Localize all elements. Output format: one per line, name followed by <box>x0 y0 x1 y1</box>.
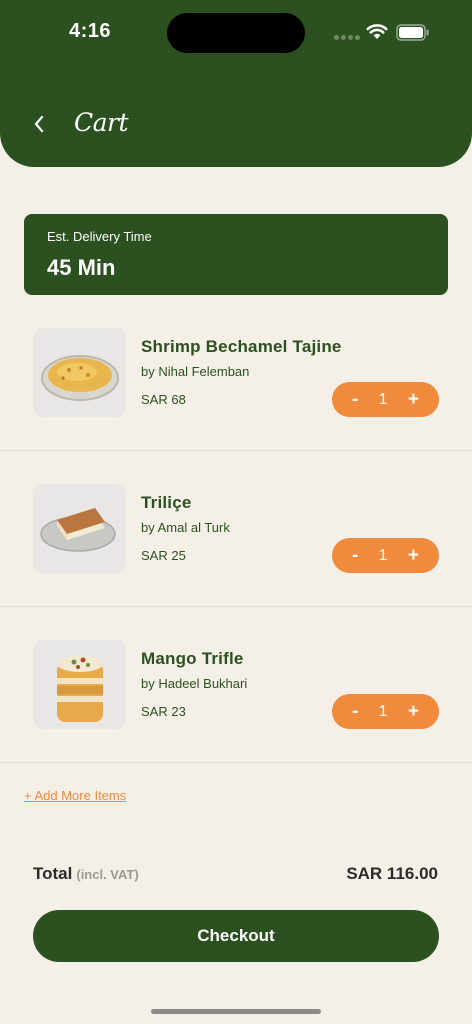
checkout-button[interactable]: Checkout <box>33 910 439 962</box>
item-price: SAR 23 <box>141 704 186 719</box>
cart-item: Mango Trifle by Hadeel Bukhari SAR 23 - … <box>0 607 472 763</box>
quantity-stepper: - 1 + <box>332 382 439 417</box>
delivery-time-value: 45 Min <box>47 255 116 280</box>
chevron-left-icon <box>34 115 44 133</box>
total-amount: SAR 116.00 <box>346 864 438 883</box>
decrease-quantity-button[interactable]: - <box>352 389 358 411</box>
quantity-value: 1 <box>378 546 388 564</box>
decrease-quantity-button[interactable]: - <box>352 701 358 723</box>
item-image <box>33 640 126 729</box>
quantity-value: 1 <box>378 702 388 720</box>
dynamic-island <box>167 13 305 53</box>
battery-icon <box>396 24 429 41</box>
cart-item: Shrimp Bechamel Tajine by Nihal Felemban… <box>0 295 472 451</box>
quantity-stepper: - 1 + <box>332 694 439 729</box>
item-name: Triliçe <box>141 493 192 512</box>
cellular-signal-icon <box>334 35 360 41</box>
cart-item: Triliçe by Amal al Turk SAR 25 - 1 + <box>0 451 472 607</box>
quantity-stepper: - 1 + <box>332 538 439 573</box>
page-title: Cart <box>74 108 129 137</box>
delivery-time-label: Est. Delivery Time <box>47 229 152 244</box>
home-indicator <box>151 1009 321 1014</box>
add-more-items-link[interactable]: + Add More Items <box>24 788 126 803</box>
increase-quantity-button[interactable]: + <box>408 389 419 411</box>
total-text: Total <box>33 864 73 883</box>
item-image <box>33 328 126 417</box>
increase-quantity-button[interactable]: + <box>408 545 419 567</box>
header-bar: 4:16 Cart <box>0 0 472 167</box>
back-button[interactable] <box>26 110 52 138</box>
item-name: Mango Trifle <box>141 649 244 668</box>
quantity-value: 1 <box>378 390 388 408</box>
item-vendor: by Amal al Turk <box>141 520 230 535</box>
decrease-quantity-button[interactable]: - <box>352 545 358 567</box>
vat-note: (incl. VAT) <box>76 867 139 882</box>
delivery-time-card: Est. Delivery Time 45 Min <box>24 214 448 295</box>
item-price: SAR 68 <box>141 392 186 407</box>
item-vendor: by Hadeel Bukhari <box>141 676 248 691</box>
item-vendor: by Nihal Felemban <box>141 364 250 379</box>
wifi-icon <box>366 24 388 39</box>
item-image <box>33 484 126 573</box>
total-label: Total (incl. VAT) <box>33 864 139 884</box>
item-price: SAR 25 <box>141 548 186 563</box>
increase-quantity-button[interactable]: + <box>408 701 419 723</box>
item-name: Shrimp Bechamel Tajine <box>141 337 342 356</box>
status-time: 4:16 <box>69 20 112 42</box>
